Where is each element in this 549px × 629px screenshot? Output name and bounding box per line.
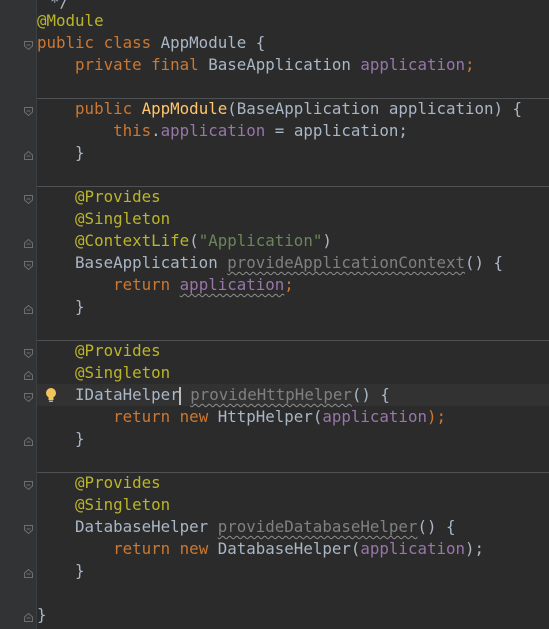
fold-marker-icon[interactable] xyxy=(24,41,33,50)
fold-marker-icon[interactable] xyxy=(24,393,33,402)
code-line[interactable]: public class AppModule { xyxy=(37,32,265,54)
code-line[interactable]: @ContextLife("Application") xyxy=(37,230,332,252)
code-line[interactable]: @Provides xyxy=(37,340,161,362)
code-line[interactable]: BaseApplication provideApplicationContex… xyxy=(37,252,503,274)
code-editor[interactable]: */ @Module public class AppModule { priv… xyxy=(0,0,549,629)
fold-marker-icon[interactable] xyxy=(24,239,33,248)
fold-marker-icon[interactable] xyxy=(24,437,33,446)
code-line[interactable]: @Module xyxy=(37,10,104,32)
code-line[interactable]: DatabaseHelper provideDatabaseHelper() { xyxy=(37,516,455,538)
code-line[interactable]: IDataHelper provideHttpHelper() { xyxy=(37,384,390,406)
code-line[interactable]: @Provides xyxy=(37,472,161,494)
code-line[interactable]: public AppModule(BaseApplication applica… xyxy=(37,98,522,120)
code-line[interactable]: } xyxy=(37,560,85,582)
fold-marker-icon[interactable] xyxy=(24,107,33,116)
code-line[interactable]: } xyxy=(37,296,85,318)
code-line[interactable]: private final BaseApplication applicatio… xyxy=(37,54,474,76)
editor-gutter[interactable] xyxy=(0,0,36,629)
fold-marker-icon[interactable] xyxy=(24,261,33,270)
fold-marker-icon[interactable] xyxy=(24,349,33,358)
fold-marker-icon[interactable] xyxy=(24,613,33,622)
fold-marker-icon[interactable] xyxy=(24,481,33,490)
code-line[interactable]: } xyxy=(37,604,47,626)
code-line[interactable]: } xyxy=(37,428,85,450)
fold-marker-icon[interactable] xyxy=(24,305,33,314)
code-line[interactable]: @Singleton xyxy=(37,362,170,384)
fold-marker-icon[interactable] xyxy=(24,151,33,160)
fold-marker-icon[interactable] xyxy=(24,525,33,534)
fold-marker-icon[interactable] xyxy=(24,195,33,204)
code-line[interactable]: this.application = application; xyxy=(37,120,408,142)
code-line[interactable]: @Singleton xyxy=(37,494,170,516)
code-line[interactable]: return new HttpHelper(application); xyxy=(37,406,446,428)
fold-marker-icon[interactable] xyxy=(24,371,33,380)
code-line[interactable]: } xyxy=(37,142,85,164)
code-line[interactable]: return application; xyxy=(37,274,294,296)
code-line[interactable]: @Provides xyxy=(37,186,161,208)
code-line[interactable]: return new DatabaseHelper(application); xyxy=(37,538,484,560)
code-line[interactable]: @Singleton xyxy=(37,208,170,230)
fold-marker-icon[interactable] xyxy=(24,569,33,578)
